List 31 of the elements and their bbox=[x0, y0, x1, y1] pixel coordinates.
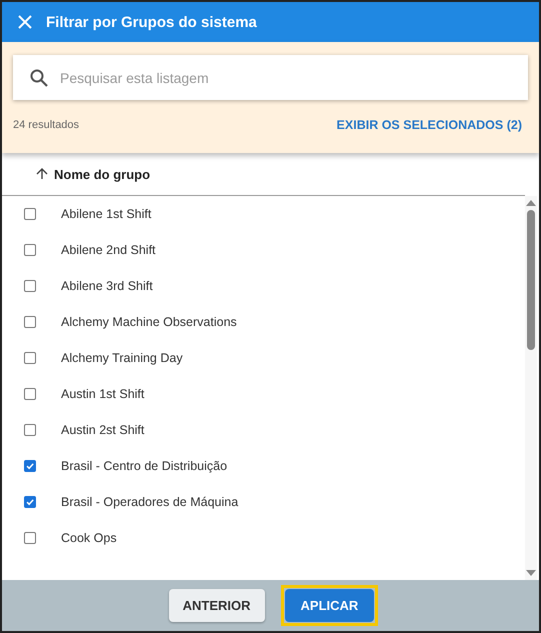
apply-button[interactable]: APLICAR bbox=[284, 589, 374, 622]
close-icon[interactable] bbox=[18, 15, 32, 29]
group-name: Austin 2st Shift bbox=[61, 423, 144, 437]
checkbox[interactable] bbox=[24, 316, 36, 328]
scrollbar[interactable] bbox=[525, 196, 537, 580]
group-name: Abilene 2nd Shift bbox=[61, 243, 156, 257]
checkbox[interactable] bbox=[24, 280, 36, 292]
result-count: 24 resultados bbox=[13, 119, 80, 131]
checkbox[interactable] bbox=[24, 460, 36, 472]
group-name: Alchemy Machine Observations bbox=[61, 315, 237, 329]
group-name: Brasil - Operadores de Máquina bbox=[61, 495, 238, 509]
checkbox[interactable] bbox=[24, 388, 36, 400]
search-icon bbox=[30, 69, 48, 87]
checkbox[interactable] bbox=[24, 424, 36, 436]
group-name: Alchemy Training Day bbox=[61, 351, 183, 365]
search-field[interactable]: Pesquisar esta listagem bbox=[13, 55, 528, 100]
column-header[interactable]: Nome do grupo bbox=[54, 166, 150, 182]
group-name: Abilene 1st Shift bbox=[61, 207, 152, 221]
sort-arrow-icon[interactable] bbox=[36, 168, 48, 180]
dialog-title: Filtrar por Grupos do sistema bbox=[46, 14, 257, 30]
group-name: Austin 1st Shift bbox=[61, 387, 144, 401]
checkbox[interactable] bbox=[24, 244, 36, 256]
back-button[interactable]: ANTERIOR bbox=[168, 589, 265, 622]
checkbox[interactable] bbox=[24, 208, 36, 220]
checkbox[interactable] bbox=[24, 496, 36, 508]
checkbox[interactable] bbox=[24, 532, 36, 544]
group-name: Cook Ops bbox=[61, 531, 117, 545]
show-selected-link[interactable]: EXIBIR OS SELECIONADOS (2) bbox=[336, 118, 522, 132]
checkbox[interactable] bbox=[24, 352, 36, 364]
group-name: Brasil - Centro de Distribuição bbox=[61, 459, 228, 473]
group-name: Abilene 3rd Shift bbox=[61, 279, 153, 293]
